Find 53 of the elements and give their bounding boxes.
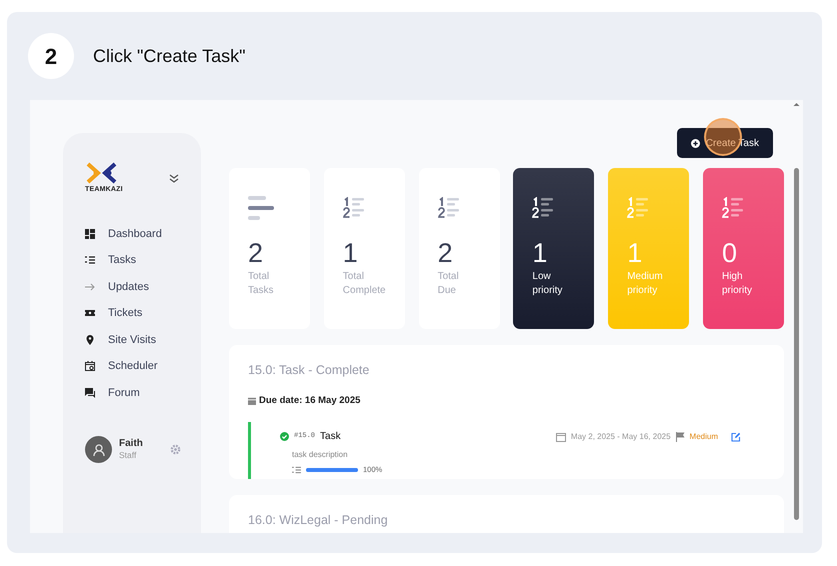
- stat-value: 1: [342, 240, 359, 267]
- settings-icon[interactable]: [170, 444, 181, 455]
- numbered-list-icon: [627, 196, 650, 219]
- due-date: Due date: 16 May 2025: [259, 394, 360, 408]
- calendar-icon: [556, 432, 566, 442]
- plus-circle-icon: [690, 138, 700, 148]
- chat-icon: [85, 388, 95, 398]
- sidebar-item[interactable]: Site Visits: [85, 326, 201, 353]
- stat-value: 1: [627, 240, 644, 267]
- stat-value: 1: [532, 240, 548, 267]
- stat-value: 2: [438, 240, 454, 267]
- task-dates: May 2, 2025 - May 16, 2025: [570, 430, 671, 442]
- flag-icon: [676, 432, 685, 442]
- stat-value: 0: [722, 240, 738, 267]
- stat-label: Total Tasks: [248, 270, 274, 298]
- stat-label: Total Due: [438, 270, 459, 298]
- location-pin-icon: [85, 334, 95, 345]
- sidebar-item[interactable]: Tickets: [85, 300, 201, 326]
- edit-icon[interactable]: [731, 432, 741, 442]
- step-number: 2: [28, 33, 74, 79]
- calendar-icon: [248, 396, 256, 405]
- checklist-icon: [85, 255, 95, 266]
- logo-icon: [85, 162, 119, 184]
- avatar[interactable]: [85, 436, 112, 463]
- stat-label: High priority: [722, 270, 752, 298]
- numbered-list-icon: [438, 196, 460, 219]
- task-name: Task: [320, 430, 341, 444]
- sidebar-item[interactable]: Updates: [85, 274, 201, 300]
- user-name: Faith: [119, 438, 143, 449]
- stat-label: Medium priority: [627, 270, 663, 298]
- bars-icon: [248, 196, 274, 220]
- arrow-icon: [85, 282, 95, 292]
- chevron-icon[interactable]: [169, 174, 179, 183]
- task-description: task description: [292, 449, 349, 461]
- ticket-icon: [85, 308, 95, 318]
- checklist-icon: [292, 466, 301, 474]
- stat-label: Low priority: [532, 270, 562, 298]
- task-priority: Medium: [690, 430, 718, 442]
- calendar-icon: [85, 361, 95, 372]
- group-title: 15.0: Task - Complete: [248, 362, 370, 379]
- numbered-list-icon: [722, 196, 744, 219]
- stat-label: Total Complete: [342, 270, 386, 298]
- sidebar-item[interactable]: Dashboard: [85, 220, 201, 247]
- sidebar-item[interactable]: Tasks: [85, 247, 201, 274]
- sidebar-item[interactable]: Forum: [85, 380, 201, 406]
- sidebar-item[interactable]: Scheduler: [85, 353, 201, 380]
- numbered-list-icon: [342, 196, 365, 219]
- group-title: 16.0: WizLegal - Pending: [248, 512, 389, 529]
- user-role: Staff: [119, 448, 138, 462]
- step-instruction: Click "Create Task": [93, 44, 246, 68]
- numbered-list-icon: [532, 196, 554, 219]
- dashboard-icon: [85, 228, 95, 239]
- stat-value: 2: [248, 240, 264, 268]
